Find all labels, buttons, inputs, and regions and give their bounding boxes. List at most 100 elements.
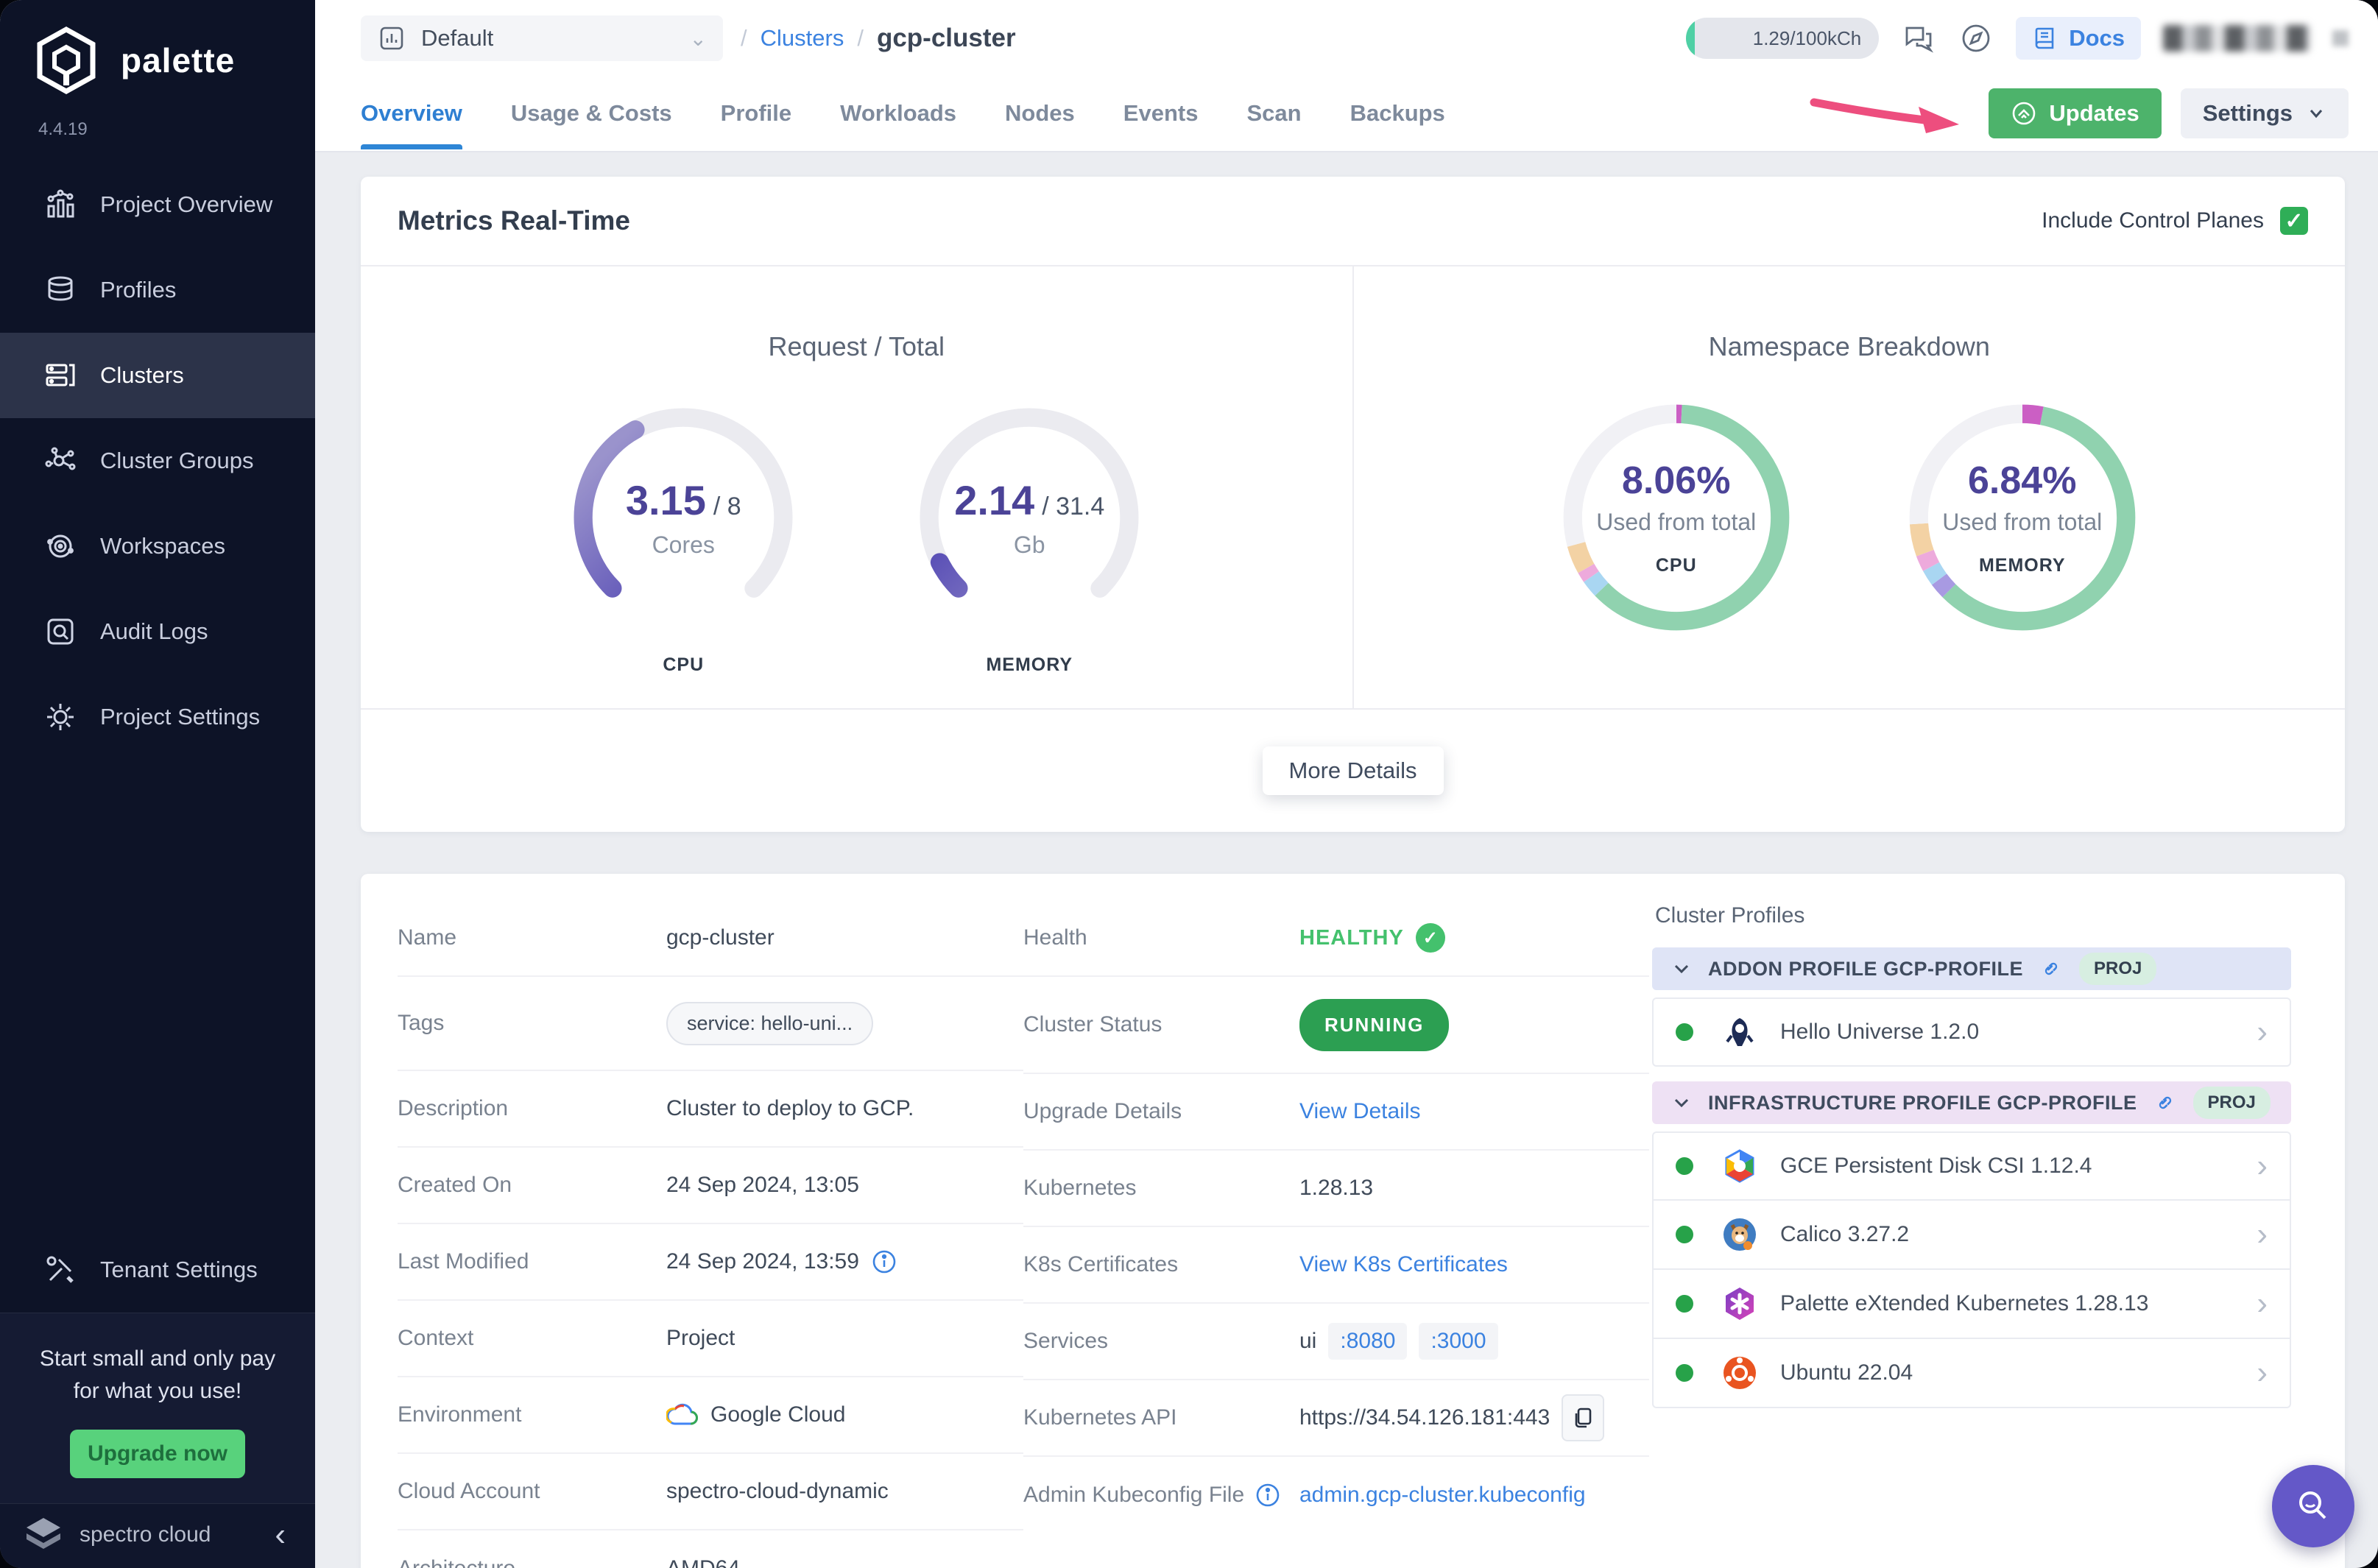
user-name-redacted[interactable] [2163, 25, 2310, 52]
memory-gauge-readout: 2.14 / 31.4 Gb [908, 396, 1151, 639]
last-modified-value: 24 Sep 2024, 13:59 [666, 1249, 859, 1274]
detail-label: Tags [398, 1011, 445, 1035]
environment-value: Google Cloud [710, 1402, 846, 1427]
search-fab[interactable] [2272, 1465, 2354, 1547]
detail-label: Kubernetes [1023, 1176, 1137, 1200]
tab-overview[interactable]: Overview [361, 77, 462, 149]
detail-row-name: Name gcp-cluster [398, 900, 1023, 977]
docs-button[interactable]: Docs [2016, 17, 2141, 60]
chevron-right-icon: › [2257, 1148, 2268, 1184]
kubernetes-version-value: 1.28.13 [1299, 1176, 1374, 1200]
settings-button[interactable]: Settings [2180, 88, 2349, 138]
profile-layer-ubuntu[interactable]: Ubuntu 22.04 › [1652, 1339, 2291, 1408]
admin-kubeconfig-link[interactable]: admin.gcp-cluster.kubeconfig [1299, 1483, 1586, 1508]
sidebar-item-tenant-settings[interactable]: Tenant Settings [0, 1227, 315, 1313]
ubuntu-icon [1723, 1357, 1756, 1389]
sidebar-item-audit-logs[interactable]: Audit Logs [0, 589, 315, 674]
tab-scan[interactable]: Scan [1246, 77, 1301, 149]
view-details-link[interactable]: View Details [1299, 1099, 1421, 1124]
layer-status-dot [1676, 1023, 1693, 1041]
sidebar-footer: spectro cloud ‹ [0, 1503, 315, 1568]
tab-usage-costs[interactable]: Usage & Costs [511, 77, 672, 149]
calico-icon [1723, 1218, 1756, 1251]
chevron-right-icon: › [2257, 1014, 2268, 1050]
sidebar: palette 4.4.19 Project Overview Profiles [0, 0, 315, 1568]
context-value: Project [666, 1326, 735, 1350]
profile-layer-calico[interactable]: Calico 3.27.2 › [1652, 1201, 2291, 1270]
chat-icon[interactable] [1901, 21, 1936, 56]
sidebar-item-workspaces[interactable]: Workspaces [0, 504, 315, 589]
sidebar-item-label: Clusters [100, 362, 184, 388]
tab-backups[interactable]: Backups [1350, 77, 1445, 149]
tab-profile[interactable]: Profile [721, 77, 791, 149]
sidebar-item-label: Project Settings [100, 704, 261, 730]
tag-chip[interactable]: service: hello-uni... [666, 1001, 874, 1045]
detail-row-services: Services ui :8080 :3000 [1023, 1304, 1649, 1380]
audit-search-icon [47, 618, 74, 645]
sidebar-item-clusters[interactable]: Clusters [0, 333, 315, 418]
updates-label: Updates [2049, 99, 2139, 126]
service-port-link-3000[interactable]: :3000 [1419, 1323, 1498, 1360]
project-selector[interactable]: Default ⌄ [361, 15, 723, 61]
topbar-actions: Updates Settings [1808, 88, 2349, 139]
compass-icon[interactable] [1958, 21, 1994, 56]
breadcrumb-link-clusters[interactable]: Clusters [761, 25, 844, 52]
tab-nodes[interactable]: Nodes [1005, 77, 1075, 149]
healthy-check-icon [1415, 923, 1445, 953]
annotation-arrow [1810, 98, 1960, 133]
sidebar-item-cluster-groups[interactable]: Cluster Groups [0, 418, 315, 504]
detail-label: Cluster Status [1023, 1012, 1162, 1036]
include-control-planes-checkbox[interactable] [2280, 207, 2308, 235]
infrastructure-profile-header[interactable]: INFRASTRUCTURE PROFILE GCP-PROFILE PROJ [1652, 1081, 2291, 1124]
search-icon [2299, 1491, 2326, 1519]
profile-layer-gce-disk[interactable]: GCE Persistent Disk CSI 1.12.4 › [1652, 1131, 2291, 1201]
sidebar-item-profiles[interactable]: Profiles [0, 247, 315, 333]
architecture-value: AMD64 [666, 1556, 740, 1568]
sidebar-item-label: Audit Logs [100, 618, 208, 644]
cpu-unit: Cores [652, 532, 715, 558]
tab-events[interactable]: Events [1123, 77, 1199, 149]
status-badge: RUNNING [1299, 998, 1450, 1051]
details-middle-column: Health HEALTHY Cluster Status RUNNING Up… [1023, 900, 1649, 1568]
cpu-donut-readout: 8.06% Used from total CPU [1555, 396, 1798, 639]
collapse-sidebar-icon[interactable]: ‹ [275, 1516, 286, 1553]
upgrade-now-button[interactable]: Upgrade now [70, 1430, 245, 1478]
profile-layer-hello-universe[interactable]: Hello Universe 1.2.0 › [1652, 997, 2291, 1067]
layer-status-dot [1676, 1226, 1693, 1243]
topbar-row-breadcrumb: Default ⌄ / Clusters / gcp-cluster 1.29/… [361, 0, 2349, 77]
cluster-profiles-section: Cluster Profiles ADDON PROFILE GCP-PROFI… [1649, 900, 2308, 1568]
memory-request-value: 2.14 [954, 477, 1035, 523]
more-details-button[interactable]: More Details [1262, 746, 1444, 795]
chevron-right-icon: › [2257, 1355, 2268, 1391]
layer-status-dot [1676, 1364, 1693, 1382]
sidebar-item-project-overview[interactable]: Project Overview [0, 162, 315, 247]
profile-layer-palette-extended-kubernetes[interactable]: Palette eXtended Kubernetes 1.28.13 › [1652, 1270, 2291, 1339]
sidebar-item-project-settings[interactable]: Project Settings [0, 674, 315, 760]
detail-label: Created On [398, 1173, 512, 1197]
detail-row-tags: Tags service: hello-uni... [398, 977, 1023, 1071]
topbar-right: 1.29/100kCh Docs [1686, 17, 2349, 60]
info-icon[interactable] [871, 1249, 897, 1275]
detail-row-health: Health HEALTHY [1023, 900, 1649, 977]
detail-row-last-modified: Last Modified 24 Sep 2024, 13:59 [398, 1224, 1023, 1301]
page-title: gcp-cluster [876, 24, 1016, 52]
info-icon[interactable] [1255, 1482, 1281, 1508]
addon-profile-header[interactable]: ADDON PROFILE GCP-PROFILE PROJ [1652, 947, 2291, 990]
detail-label: Context [398, 1326, 474, 1350]
cpu-request-value: 3.15 [625, 477, 706, 523]
detail-row-cluster-status: Cluster Status RUNNING [1023, 977, 1649, 1074]
metrics-realtime-card: Metrics Real-Time Include Control Planes… [361, 177, 2345, 832]
page-content: Metrics Real-Time Include Control Planes… [315, 152, 2378, 1568]
view-k8s-certificates-link[interactable]: View K8s Certificates [1299, 1252, 1508, 1277]
clusters-icon [46, 364, 75, 386]
cpu-gauge-label: CPU [663, 654, 705, 675]
cpu-used-caption: Used from total [1596, 509, 1757, 535]
tab-workloads[interactable]: Workloads [840, 77, 956, 149]
detail-row-kubernetes: Kubernetes 1.28.13 [1023, 1151, 1649, 1227]
updates-button[interactable]: Updates [1989, 88, 2162, 138]
copy-button[interactable] [1562, 1394, 1605, 1441]
chevron-down-icon: ⌄ [689, 27, 707, 50]
service-port-link-8080[interactable]: :8080 [1328, 1323, 1408, 1360]
user-menu-redacted[interactable] [2332, 30, 2349, 46]
breadcrumb-separator: / [857, 25, 864, 51]
